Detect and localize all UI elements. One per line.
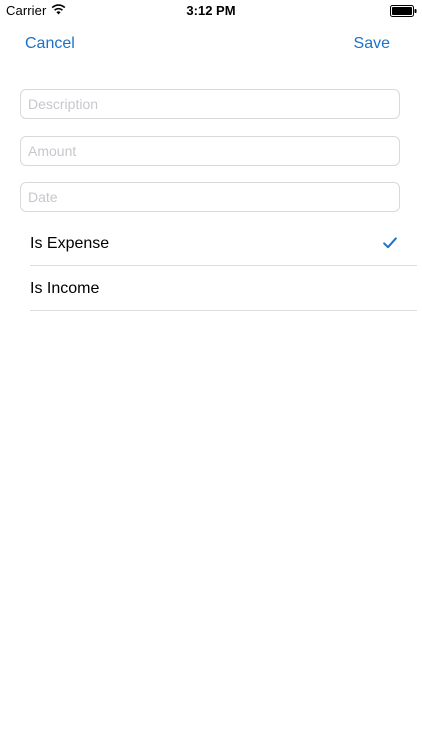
description-field[interactable] (21, 90, 399, 118)
is-income-row[interactable]: Is Income (30, 267, 417, 311)
amount-field[interactable] (21, 137, 399, 165)
battery-full-icon (390, 5, 417, 17)
status-bar: Carrier 3:12 PM (0, 0, 422, 22)
add-transaction-screen: Carrier 3:12 PM Cancel Save Is Expense (0, 0, 422, 750)
date-field[interactable] (21, 183, 399, 211)
is-expense-label: Is Expense (30, 235, 110, 252)
checkmark-icon (383, 237, 397, 249)
description-field-container (20, 89, 400, 119)
amount-field-container (20, 136, 400, 166)
date-field-container (20, 182, 400, 212)
status-time: 3:12 PM (186, 3, 236, 18)
cancel-button[interactable]: Cancel (25, 35, 75, 53)
is-expense-row[interactable]: Is Expense (30, 222, 417, 266)
save-button[interactable]: Save (354, 35, 390, 53)
navigation-bar: Cancel Save (0, 22, 422, 66)
is-income-label: Is Income (30, 280, 100, 297)
